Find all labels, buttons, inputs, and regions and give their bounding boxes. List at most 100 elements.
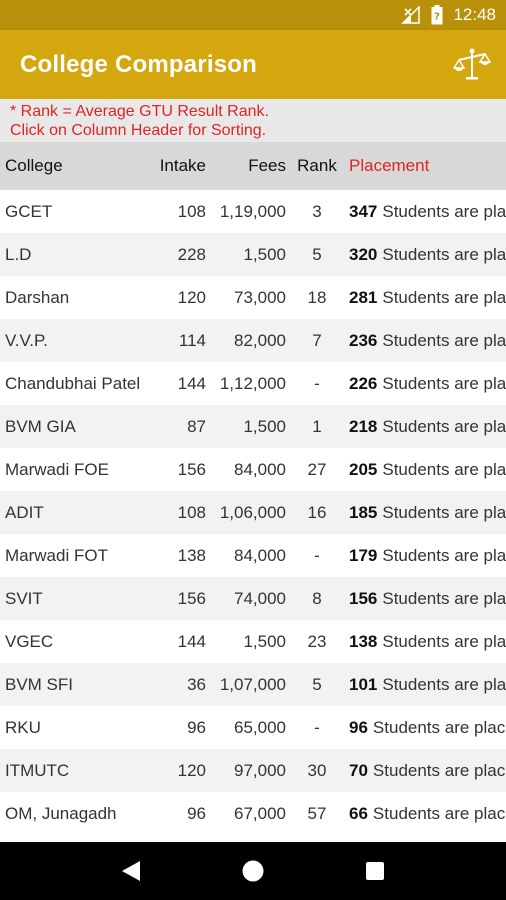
table-row[interactable]: Marwadi FOT 138 84,000 - 179 Students are… — [0, 534, 506, 577]
placement-value: 156 Students are pla — [349, 577, 506, 620]
placed-count: 185 — [349, 502, 378, 522]
rank-value: - — [314, 545, 320, 565]
table-row[interactable]: RKU 96 65,000 - 96 Students are plac — [0, 706, 506, 749]
placed-count: 236 — [349, 330, 378, 350]
page-title: College Comparison — [20, 50, 257, 78]
compare-button[interactable] — [452, 44, 492, 84]
college-name: BVM SFI — [5, 674, 74, 694]
college-name: Marwadi FOE — [5, 459, 109, 479]
placed-count: 156 — [349, 588, 378, 608]
placement-value: 205 Students are pla — [349, 448, 506, 491]
placed-count: 70 — [349, 760, 368, 780]
rank-value: 23 — [307, 631, 327, 651]
placed-count: 347 — [349, 201, 378, 221]
table-row[interactable]: ADIT 108 1,06,000 16 185 Students are pla — [0, 491, 506, 534]
rank-value: 5 — [312, 244, 322, 264]
column-header-placement[interactable]: Placement — [349, 142, 429, 190]
note-line-2: Click on Column Header for Sorting. — [10, 122, 267, 139]
intake-value: 96 — [187, 803, 206, 823]
placed-count: 179 — [349, 545, 378, 565]
placement-value: 218 Students are pla — [349, 405, 506, 448]
placement-text: Students are plac — [372, 717, 506, 737]
intake-value: 156 — [177, 588, 206, 608]
intake-value: 36 — [187, 674, 206, 694]
placement-value: 236 Students are pla — [349, 319, 506, 362]
table-row[interactable]: GCET 108 1,19,000 3 347 Students are pla — [0, 190, 506, 233]
placement-value: 347 Students are pla — [349, 190, 506, 233]
placed-count: 138 — [349, 631, 378, 651]
table-row[interactable]: SVIT 156 74,000 8 156 Students are pla — [0, 577, 506, 620]
signal-icon — [401, 6, 421, 24]
placement-text: Students are pla — [382, 588, 506, 608]
placed-count: 320 — [349, 244, 378, 264]
note-line-1: * Rank = Average GTU Result Rank. — [10, 103, 269, 120]
placement-value: 138 Students are pla — [349, 620, 506, 663]
table-row[interactable]: BVM GIA 87 1,500 1 218 Students are pla — [0, 405, 506, 448]
placement-value: 179 Students are pla — [349, 534, 506, 577]
rank-note: * Rank = Average GTU Result Rank. Click … — [0, 99, 506, 142]
placement-text: Students are pla — [382, 373, 506, 393]
column-header-intake[interactable]: Intake — [140, 142, 206, 190]
table-header: College Intake Fees Rank Placement — [0, 142, 506, 190]
home-button[interactable] — [233, 851, 273, 891]
column-header-college[interactable]: College — [5, 142, 63, 190]
table-row[interactable]: VGEC 144 1,500 23 138 Students are pla — [0, 620, 506, 663]
placed-count: 205 — [349, 459, 378, 479]
column-header-rank[interactable]: Rank — [292, 142, 342, 190]
placement-text: Students are pla — [382, 631, 506, 651]
app-bar: College Comparison — [0, 30, 506, 99]
table-row[interactable]: V.V.P. 114 82,000 7 236 Students are pla — [0, 319, 506, 362]
placement-text: Students are plac — [372, 803, 506, 823]
fees-value: 1,500 — [243, 631, 286, 651]
college-name: VGEC — [5, 631, 54, 651]
table-row[interactable]: ITMUTC 120 97,000 30 70 Students are plac — [0, 749, 506, 792]
placement-value: 101 Students are pla — [349, 663, 506, 706]
status-bar: ? 12:48 — [0, 0, 506, 30]
placed-count: 281 — [349, 287, 378, 307]
fees-value: 65,000 — [234, 717, 286, 737]
placement-value: 96 Students are plac — [349, 706, 505, 749]
table-row[interactable]: Darshan 120 73,000 18 281 Students are pl… — [0, 276, 506, 319]
placement-value: 320 Students are pla — [349, 233, 506, 276]
placed-count: 226 — [349, 373, 378, 393]
svg-text:?: ? — [435, 12, 441, 23]
intake-value: 138 — [177, 545, 206, 565]
placement-text: Students are pla — [382, 244, 506, 264]
table-row[interactable]: BVM SFI 36 1,07,000 5 101 Students are pl… — [0, 663, 506, 706]
college-table[interactable]: GCET 108 1,19,000 3 347 Students are pla … — [0, 190, 506, 842]
intake-value: 144 — [177, 373, 206, 393]
rank-value: 8 — [312, 588, 322, 608]
placement-value: 185 Students are pla — [349, 491, 506, 534]
rank-value: 16 — [307, 502, 327, 522]
column-header-fees[interactable]: Fees — [206, 142, 286, 190]
placement-text: Students are pla — [382, 416, 506, 436]
recents-icon — [366, 862, 384, 880]
rank-value: 5 — [312, 674, 322, 694]
placement-text: Students are plac — [372, 760, 506, 780]
back-button[interactable] — [111, 851, 151, 891]
battery-icon: ? — [431, 5, 443, 25]
college-name: Chandubhai Patel — [5, 373, 141, 393]
fees-value: 84,000 — [234, 545, 286, 565]
placement-text: Students are pla — [382, 502, 506, 522]
table-row[interactable]: OM, Junagadh 96 67,000 57 66 Students are… — [0, 792, 506, 835]
college-name: ITMUTC — [5, 760, 70, 780]
table-row[interactable]: Chandubhai Patel 144 1,12,000 - 226 Stude… — [0, 362, 506, 405]
college-name: SVIT — [5, 588, 43, 608]
intake-value: 108 — [177, 502, 206, 522]
fees-value: 1,12,000 — [219, 373, 286, 393]
college-name: RKU — [5, 717, 41, 737]
table-row[interactable]: L.D 228 1,500 5 320 Students are pla — [0, 233, 506, 276]
home-icon — [242, 860, 264, 882]
intake-value: 96 — [187, 717, 206, 737]
intake-value: 108 — [177, 201, 206, 221]
rank-value: 27 — [307, 459, 327, 479]
college-name: L.D — [5, 244, 32, 264]
college-name: GCET — [5, 201, 53, 221]
table-row[interactable]: Marwadi FOE 156 84,000 27 205 Students ar… — [0, 448, 506, 491]
rank-value: 7 — [312, 330, 322, 350]
fees-value: 97,000 — [234, 760, 286, 780]
recents-button[interactable] — [355, 851, 395, 891]
rank-value: 30 — [307, 760, 327, 780]
placement-value: 70 Students are plac — [349, 749, 505, 792]
